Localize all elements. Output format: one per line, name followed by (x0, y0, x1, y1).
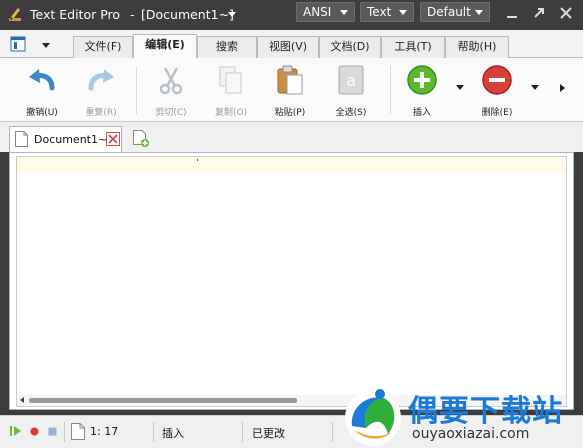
scissors-icon (159, 67, 183, 95)
ribbon-divider (390, 66, 391, 114)
site-watermark: 偶要下载站 ouyaoxiazai.com (340, 382, 583, 448)
delete-button[interactable]: 删除(E) (472, 62, 522, 118)
select-all-button[interactable]: a 全选(S) (326, 62, 376, 118)
stop-macro-icon[interactable] (48, 427, 57, 436)
plus-circle-icon (407, 65, 437, 95)
redo-icon (88, 69, 114, 91)
status-divider (64, 422, 65, 442)
ribbon-divider (136, 66, 137, 114)
tab-view[interactable]: 视图(V) (257, 36, 319, 58)
status-divider (332, 422, 333, 442)
encoding-select[interactable]: ANSI (296, 2, 355, 22)
document-icon (71, 423, 85, 440)
tab-file[interactable]: 文件(F) (73, 36, 133, 58)
play-macro-icon[interactable] (10, 425, 22, 437)
editor-frame (9, 152, 574, 410)
copy-button[interactable]: 复制(O) (206, 62, 256, 118)
undo-button[interactable]: 撤销(U) (17, 62, 67, 118)
text-caret (197, 159, 198, 161)
cursor-position: 1: 17 (90, 425, 119, 438)
close-tab-icon[interactable] (106, 132, 120, 146)
select-all-label: 全选(S) (335, 108, 367, 118)
insert-mode-indicator[interactable]: 插入 (162, 425, 184, 441)
svg-text:a: a (346, 71, 356, 90)
insert-label: 插入 (412, 108, 431, 118)
cut-button[interactable]: 剪切(C) (146, 62, 196, 118)
tab-document[interactable]: 文档(D) (319, 36, 381, 58)
status-divider (242, 422, 243, 442)
tab-search[interactable]: 搜索 (197, 36, 257, 58)
chevron-down-icon (399, 10, 407, 15)
document-tab-strip: Document1~ (0, 122, 583, 152)
ribbon-scroll-right-icon[interactable] (560, 84, 565, 92)
cut-label: 剪切(C) (155, 108, 187, 118)
watermark-logo (345, 389, 401, 446)
text-editor-area[interactable] (16, 156, 567, 407)
quick-access-menu[interactable] (10, 35, 60, 55)
tab-help[interactable]: 帮助(H) (445, 36, 509, 58)
encoding-value: ANSI (303, 5, 332, 19)
document-dropdown-icon[interactable] (228, 12, 236, 17)
undo-icon (29, 69, 55, 91)
scrollbar-thumb[interactable] (29, 398, 297, 403)
title-bar: Text Editor Pro - [Document1~] ANSI Text… (0, 0, 583, 30)
app-icon (9, 8, 21, 21)
mode-value: Text (367, 5, 392, 19)
ribbon-panel: 撤销(U) 重复(R) 剪切(C) 复制(O) 粘贴(P) a 全选(S) 插入… (0, 58, 583, 122)
redo-label: 重复(R) (85, 108, 117, 118)
record-macro-icon[interactable] (30, 427, 39, 436)
tab-edit[interactable]: 编辑(E) (133, 34, 197, 59)
copy-label: 复制(O) (214, 108, 248, 118)
theme-value: Default (427, 5, 471, 19)
insert-dropdown-icon[interactable] (456, 85, 464, 90)
maximize-icon[interactable] (531, 5, 547, 21)
title-separator: - (130, 7, 135, 22)
delete-dropdown-icon[interactable] (531, 85, 539, 90)
current-line-highlight (17, 157, 566, 173)
new-document-icon[interactable] (133, 130, 149, 148)
document-title[interactable]: [Document1~] (141, 7, 234, 22)
minus-circle-icon (482, 65, 512, 95)
paste-icon (277, 65, 303, 95)
watermark-url: ouyaoxiazai.com (412, 426, 530, 442)
insert-button[interactable]: 插入 (397, 62, 447, 118)
theme-select[interactable]: Default (420, 2, 490, 22)
copy-icon (219, 66, 242, 94)
status-divider (153, 422, 154, 442)
tab-tools[interactable]: 工具(T) (381, 36, 445, 58)
scroll-left-icon[interactable] (20, 397, 24, 403)
watermark-title: 偶要下载站 (408, 394, 563, 429)
close-icon[interactable] (558, 5, 574, 21)
undo-label: 撤销(U) (26, 108, 58, 118)
document-tab[interactable]: Document1~ (9, 126, 122, 152)
chevron-down-icon (340, 10, 348, 15)
redo-button[interactable]: 重复(R) (76, 62, 126, 118)
file-icon (15, 131, 28, 147)
paste-label: 粘贴(P) (274, 108, 306, 118)
document-tab-label: Document1~ (34, 133, 108, 146)
minimize-icon[interactable] (504, 5, 520, 21)
select-all-icon: a (338, 65, 364, 95)
modified-indicator: 已更改 (252, 427, 285, 440)
delete-label: 删除(E) (481, 108, 513, 118)
app-title: Text Editor Pro (30, 7, 121, 22)
chevron-down-icon (475, 10, 483, 15)
mode-select[interactable]: Text (360, 2, 414, 22)
ribbon-tab-bar: 文件(F) 编辑(E) 搜索 视图(V) 文档(D) 工具(T) 帮助(H) (0, 30, 583, 59)
paste-button[interactable]: 粘贴(P) (265, 62, 315, 118)
